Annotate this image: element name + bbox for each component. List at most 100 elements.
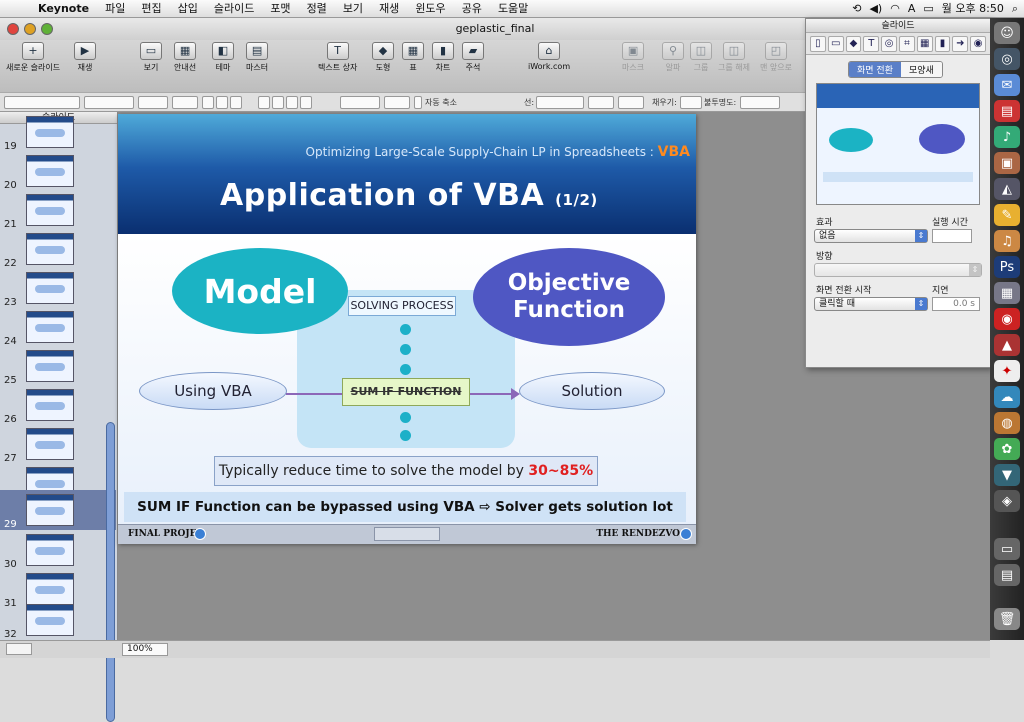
model-oval[interactable]: Model xyxy=(172,248,348,334)
slide-thumb-26[interactable]: 26 xyxy=(0,385,116,425)
guides-button[interactable]: ▦ 안내선 xyxy=(174,42,196,73)
calendar-icon[interactable]: ▤ xyxy=(994,100,1020,122)
fill-color-well[interactable] xyxy=(680,96,702,109)
menu-format[interactable]: 포맷 xyxy=(262,0,298,18)
shapes-button[interactable]: ◆ 도형 xyxy=(372,42,394,73)
spotlight-icon[interactable]: ⌕ xyxy=(1012,0,1018,18)
table-button[interactable]: ▦ 표 xyxy=(402,42,424,73)
menu-share[interactable]: 공유 xyxy=(454,0,490,18)
slide-thumb-23[interactable]: 23 xyxy=(0,268,116,308)
time-machine-icon[interactable]: ⟲ xyxy=(852,0,861,18)
align-right-button[interactable] xyxy=(286,96,298,109)
objective-function-oval[interactable]: Objective Function xyxy=(473,248,665,346)
clock-text[interactable]: 월 오후 8:50 xyxy=(942,0,1004,18)
menu-arrange[interactable]: 정렬 xyxy=(299,0,335,18)
menu-app[interactable]: Keynote xyxy=(30,0,97,18)
menu-help[interactable]: 도움말 xyxy=(490,0,536,18)
group-button[interactable]: ◫ 그룹 xyxy=(690,42,712,73)
time-reduction-box[interactable]: Typically reduce time to solve the model… xyxy=(214,456,598,486)
pages-icon[interactable]: ✎ xyxy=(994,204,1020,226)
underline-button[interactable] xyxy=(230,96,242,109)
wifi-icon[interactable]: ◠ xyxy=(890,0,900,18)
transition-preview[interactable] xyxy=(816,83,980,205)
menu-window[interactable]: 윈도우 xyxy=(407,0,453,18)
tab-appearance[interactable]: 모양새 xyxy=(900,62,942,77)
close-button[interactable] xyxy=(7,23,19,35)
mask-button[interactable]: ▣ 마스크 xyxy=(622,42,644,73)
columns-field[interactable] xyxy=(384,96,410,109)
new-slide-button[interactable]: + 새로운 슬라이드 xyxy=(6,42,60,73)
effect-dropdown[interactable]: 없음 ⇕ xyxy=(814,229,928,243)
link-arrow-icon[interactable] xyxy=(194,528,206,540)
play-button[interactable]: ▶ 재생 xyxy=(74,42,96,73)
slide-thumb-25[interactable]: 25 xyxy=(0,346,116,386)
tab-transition[interactable]: 화면 전환 xyxy=(849,62,901,77)
direction-dropdown[interactable]: ⇕ xyxy=(814,263,982,277)
slide-thumb-24[interactable]: 24 xyxy=(0,307,116,347)
mail-icon[interactable]: ✉ xyxy=(994,74,1020,96)
menu-slide[interactable]: 슬라이드 xyxy=(206,0,262,18)
font-dropdown[interactable] xyxy=(84,96,134,109)
guitar-icon[interactable]: ♫ xyxy=(994,230,1020,252)
slide-title[interactable]: Application of VBA (1/2) xyxy=(220,178,598,213)
table-inspector-icon[interactable]: ▦ xyxy=(916,36,933,52)
style-dropdown[interactable] xyxy=(4,96,80,109)
documents-icon[interactable]: ▭ xyxy=(994,538,1020,560)
downloads-icon[interactable]: ▼ xyxy=(994,464,1020,486)
bold-button[interactable] xyxy=(202,96,214,109)
using-vba-oval[interactable]: Using VBA xyxy=(139,372,287,410)
iphoto-icon[interactable]: ▣ xyxy=(994,152,1020,174)
graphic-inspector-icon[interactable]: ◎ xyxy=(881,36,897,52)
quicktime-inspector-icon[interactable]: ◉ xyxy=(970,36,986,52)
hyperlink-inspector-icon[interactable]: ➜ xyxy=(952,36,969,52)
bypass-banner[interactable]: SUM IF Function can be bypassed using VB… xyxy=(124,492,686,544)
link-arrow-icon[interactable] xyxy=(680,528,692,540)
pdf-icon[interactable]: ✦ xyxy=(994,360,1020,382)
menu-file[interactable]: 파일 xyxy=(97,0,133,18)
slide[interactable]: Optimizing Large-Scale Supply-Chain LP i… xyxy=(118,114,696,544)
comment-button[interactable]: ▰ 주석 xyxy=(462,42,484,73)
slide-thumb-22[interactable]: 22 xyxy=(0,229,116,269)
slide-thumb-29-selected[interactable]: 29 xyxy=(0,490,116,530)
align-center-button[interactable] xyxy=(272,96,284,109)
sum-if-function-box[interactable]: SUM IF FUNCTION xyxy=(342,378,470,406)
slide-thumb-30[interactable]: 30 xyxy=(0,530,116,570)
font-size-field[interactable] xyxy=(172,96,198,109)
chart-button[interactable]: ▮ 차트 xyxy=(432,42,454,73)
chart-inspector-icon[interactable]: ▮ xyxy=(934,36,951,52)
text-box-button[interactable]: T 텍스트 상자 xyxy=(318,42,357,73)
itunes-icon[interactable]: ♪ xyxy=(994,126,1020,148)
applications-icon[interactable]: ◈ xyxy=(994,490,1020,512)
navigator-scrollbar[interactable] xyxy=(106,422,115,722)
themes-button[interactable]: ◧ 테마 xyxy=(212,42,234,73)
messenger-icon[interactable]: ✿ xyxy=(994,438,1020,460)
slide-thumb-27[interactable]: 27 xyxy=(0,424,116,464)
battery-icon[interactable]: ▭ xyxy=(923,0,933,18)
view-mode-button[interactable] xyxy=(6,643,32,655)
view-button[interactable]: ▭ 보기 xyxy=(140,42,162,73)
iwork-button[interactable]: ⌂ iWork.com xyxy=(528,42,570,71)
alpha-button[interactable]: ⚲ 알파 xyxy=(662,42,684,73)
align-left-button[interactable] xyxy=(258,96,270,109)
slide-thumb-21[interactable]: 21 xyxy=(0,190,116,230)
delay-field[interactable]: 0.0 s xyxy=(932,297,980,311)
menu-insert[interactable]: 삽입 xyxy=(170,0,206,18)
transition-start-dropdown[interactable]: 클릭할 때 ⇕ xyxy=(814,297,928,311)
network-icon[interactable]: ☁ xyxy=(994,386,1020,408)
line-color-well[interactable] xyxy=(618,96,644,109)
slide-inspector-icon[interactable]: ▭ xyxy=(827,36,844,52)
solving-process-label[interactable]: SOLVING PROCESS xyxy=(348,296,456,316)
keynote-icon[interactable]: ◭ xyxy=(994,178,1020,200)
minimize-button[interactable] xyxy=(24,23,36,35)
document-inspector-icon[interactable]: ▯ xyxy=(810,36,826,52)
bring-front-button[interactable]: ◰ 맨 앞으로 xyxy=(760,42,792,73)
safari-icon[interactable]: ◎ xyxy=(994,48,1020,70)
menu-play[interactable]: 재생 xyxy=(371,0,407,18)
slide-thumb-32[interactable]: 32 xyxy=(0,600,116,640)
ungroup-button[interactable]: ◫ 그룹 해제 xyxy=(718,42,750,73)
masters-button[interactable]: ▤ 마스터 xyxy=(246,42,268,73)
chrome-icon[interactable]: ◉ xyxy=(994,308,1020,330)
photoshop-icon[interactable]: Ps xyxy=(994,256,1020,278)
spaces-icon[interactable]: ▦ xyxy=(994,282,1020,304)
metrics-inspector-icon[interactable]: ⌗ xyxy=(898,36,915,52)
